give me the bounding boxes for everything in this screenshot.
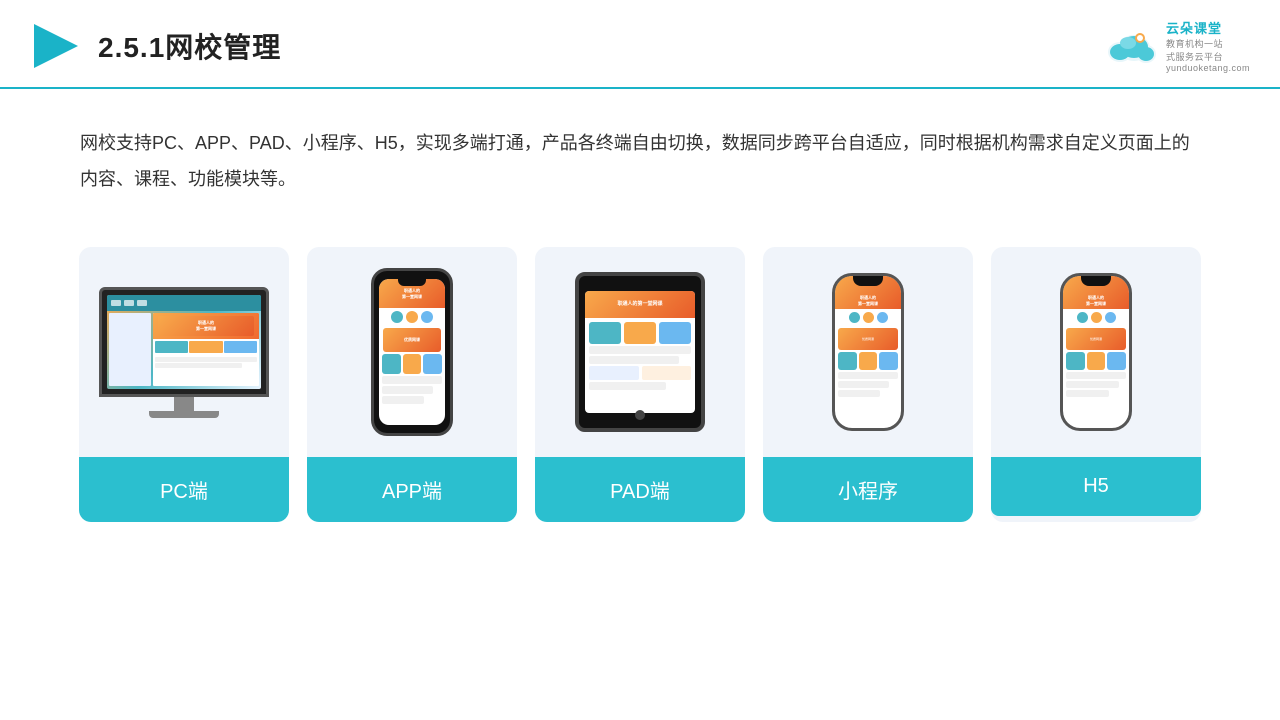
description-text: 网校支持PC、APP、PAD、小程序、H5，实现多端打通，产品各终端自由切换，数… <box>0 89 1280 217</box>
logo-sub-line1: 教育机构一站 <box>1166 37 1223 50</box>
card-miniprogram: 职通人的第一堂网课 优质网课 <box>763 247 973 522</box>
logo-area: 云朵课堂 教育机构一站 式服务云平台 yunduoketang.com <box>1102 18 1250 73</box>
logo-icon <box>1102 26 1158 66</box>
card-h5-image: 职通人的第一堂网课 优质网课 <box>991 247 1201 457</box>
pc-monitor-icon: 职通人的第一堂网课 <box>99 287 269 418</box>
card-miniprogram-label: 小程序 <box>763 457 973 522</box>
logo-sub-line2: 式服务云平台 <box>1166 50 1223 63</box>
app-phone-icon: 职通人的第一堂网课 优质网课 <box>371 268 453 436</box>
card-app-label: APP端 <box>307 457 517 522</box>
card-pad-label: PAD端 <box>535 457 745 522</box>
logo-name: 云朵课堂 <box>1166 18 1222 37</box>
card-app-image: 职通人的第一堂网课 优质网课 <box>307 247 517 457</box>
pad-icon: 职通人的第一堂网课 <box>575 272 705 432</box>
header-left: 2.5.1网校管理 <box>30 20 281 72</box>
logo-url: yunduoketang.com <box>1166 63 1250 73</box>
page-title: 2.5.1网校管理 <box>98 26 281 66</box>
card-pad: 职通人的第一堂网课 <box>535 247 745 522</box>
miniprogram-phone-icon: 职通人的第一堂网课 优质网课 <box>832 273 904 431</box>
card-pc-label: PC端 <box>79 457 289 522</box>
play-icon <box>30 20 82 72</box>
card-pc: 职通人的第一堂网课 <box>79 247 289 522</box>
card-pc-image: 职通人的第一堂网课 <box>79 247 289 457</box>
header: 2.5.1网校管理 云朵课堂 教育机构一站 式服务云平台 yunduoketan… <box>0 0 1280 89</box>
cards-section: 职通人的第一堂网课 <box>0 227 1280 552</box>
card-app: 职通人的第一堂网课 优质网课 <box>307 247 517 522</box>
card-h5-label: H5 <box>991 457 1201 516</box>
h5-phone-icon: 职通人的第一堂网课 优质网课 <box>1060 273 1132 431</box>
card-miniprogram-image: 职通人的第一堂网课 优质网课 <box>763 247 973 457</box>
logo-text: 云朵课堂 教育机构一站 式服务云平台 yunduoketang.com <box>1166 18 1250 73</box>
card-pad-image: 职通人的第一堂网课 <box>535 247 745 457</box>
card-h5: 职通人的第一堂网课 优质网课 <box>991 247 1201 522</box>
